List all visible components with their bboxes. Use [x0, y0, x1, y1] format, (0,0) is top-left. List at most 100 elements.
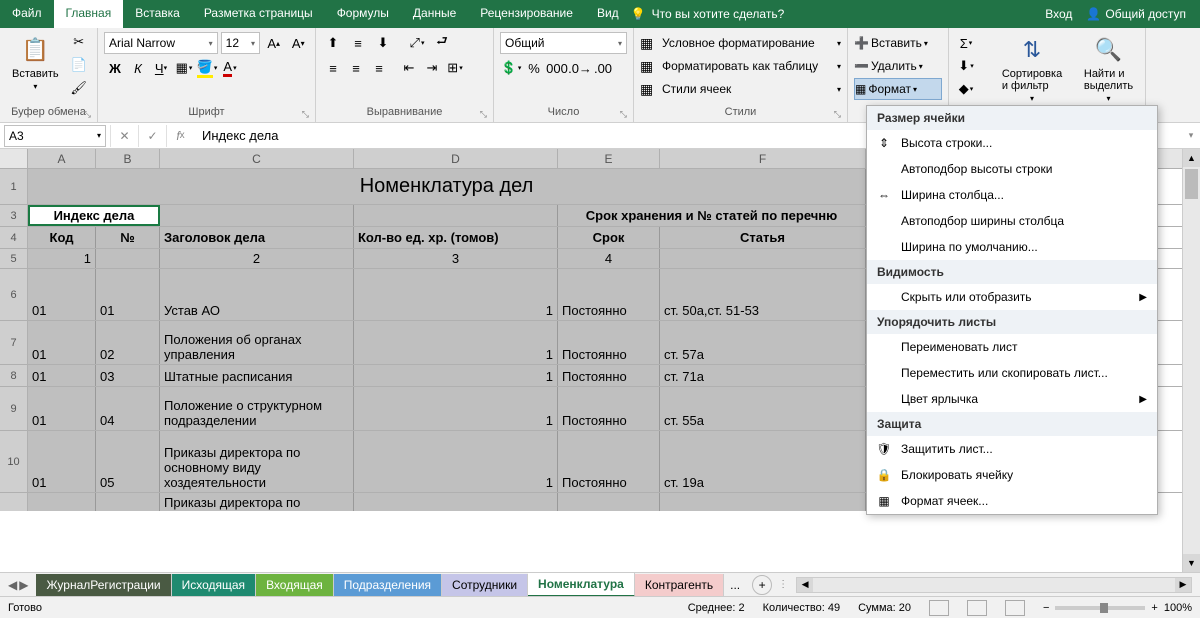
find-select-button[interactable]: 🔍Найти и выделить▾ [1078, 32, 1139, 105]
align-bottom-button[interactable]: ⬇ [372, 32, 394, 54]
align-center-button[interactable]: ≡ [345, 57, 367, 79]
cell[interactable]: Статья [660, 227, 866, 248]
format-cells-button[interactable]: ▦Формат▾ [854, 78, 942, 100]
hscroll-left[interactable]: ◀ [797, 578, 813, 592]
orientation-button[interactable]: ⤢ [406, 32, 428, 54]
cell[interactable]: Постоянно [558, 269, 660, 320]
vertical-scrollbar[interactable]: ▲ ▼ [1182, 149, 1200, 572]
cell[interactable]: 04 [96, 387, 160, 430]
cell[interactable]: 01 [28, 387, 96, 430]
tab-review[interactable]: Рецензирование [468, 0, 585, 28]
select-all-corner[interactable] [0, 149, 28, 168]
col-header-d[interactable]: D [354, 149, 558, 168]
sheet-tab-employees[interactable]: Сотрудники [442, 574, 528, 596]
percent-button[interactable]: % [523, 57, 545, 79]
cell[interactable] [558, 493, 660, 511]
font-color-button[interactable]: A [219, 57, 241, 79]
indent-increase-button[interactable]: ⇥ [421, 57, 443, 79]
cell[interactable]: 02 [96, 321, 160, 364]
view-page-layout-button[interactable] [967, 600, 987, 616]
cell[interactable]: № [96, 227, 160, 248]
fill-color-button[interactable]: 🪣 [196, 57, 218, 79]
zoom-in-button[interactable]: + [1151, 602, 1157, 614]
zoom-slider[interactable] [1055, 606, 1145, 610]
cell[interactable]: ст. 57а [660, 321, 866, 364]
align-left-button[interactable]: ≡ [322, 57, 344, 79]
cell[interactable]: Постоянно [558, 365, 660, 386]
horizontal-scrollbar[interactable]: ◀ ▶ [796, 577, 1192, 593]
cell[interactable]: 01 [28, 321, 96, 364]
cell[interactable]: 1 [354, 365, 558, 386]
cell[interactable]: Срок хранения и № статей по перечню [558, 205, 866, 226]
wrap-text-button[interactable]: ⮐ [431, 32, 453, 54]
dd-default-width[interactable]: Ширина по умолчанию... [867, 234, 1157, 260]
cut-button[interactable]: ✂ [68, 32, 90, 52]
tab-data[interactable]: Данные [401, 0, 468, 28]
cell[interactable]: ст. 55а [660, 387, 866, 430]
view-page-break-button[interactable] [1005, 600, 1025, 616]
expand-formula-bar[interactable]: ▾ [1182, 130, 1200, 141]
cell[interactable]: 1 [28, 249, 96, 268]
cell[interactable]: Приказы директора по [160, 493, 354, 511]
scroll-down-button[interactable]: ▼ [1183, 554, 1200, 572]
currency-button[interactable]: 💲 [500, 57, 522, 79]
cell[interactable]: Положения об органах управления [160, 321, 354, 364]
insert-cells-button[interactable]: ➕Вставить▾ [854, 32, 942, 54]
col-header-a[interactable]: A [28, 149, 96, 168]
title-cell[interactable]: Номенклатура дел [28, 169, 866, 204]
fill-button[interactable]: ⬇ [955, 55, 977, 77]
cell[interactable]: 1 [354, 431, 558, 492]
cell[interactable]: 01 [28, 365, 96, 386]
add-sheet-button[interactable]: + [752, 575, 772, 595]
cell[interactable]: Постоянно [558, 431, 660, 492]
col-header-f[interactable]: F [660, 149, 866, 168]
cell[interactable] [96, 493, 160, 511]
zoom-level[interactable]: 100% [1164, 602, 1192, 614]
decrease-decimal-button[interactable]: .00 [592, 57, 614, 79]
cell[interactable]: 1 [354, 387, 558, 430]
tab-home[interactable]: Главная [54, 0, 124, 28]
cell[interactable]: 3 [354, 249, 558, 268]
dd-protect-sheet[interactable]: 🛡Защитить лист... [867, 436, 1157, 462]
tab-view[interactable]: Вид [585, 0, 631, 28]
cell[interactable]: 03 [96, 365, 160, 386]
cell[interactable]: Код [28, 227, 96, 248]
view-normal-button[interactable] [929, 600, 949, 616]
bold-button[interactable]: Ж [104, 57, 126, 79]
align-top-button[interactable]: ⬆ [322, 32, 344, 54]
share-button[interactable]: 👤Общий доступ [1086, 7, 1186, 21]
tab-file[interactable]: Файл [0, 0, 54, 28]
font-size-combo[interactable]: 12▾ [221, 32, 260, 54]
cell[interactable]: ст. 50а,ст. 51-53 [660, 269, 866, 320]
row-header[interactable]: 9 [0, 387, 28, 430]
cell[interactable]: Штатные расписания [160, 365, 354, 386]
number-format-combo[interactable]: Общий▾ [500, 32, 627, 54]
cell[interactable]: 1 [354, 321, 558, 364]
conditional-formatting-button[interactable]: ▦Условное форматирование▾ [640, 32, 841, 54]
dd-format-cells[interactable]: ▦Формат ячеек... [867, 488, 1157, 514]
scroll-up-button[interactable]: ▲ [1183, 149, 1200, 167]
cell[interactable]: ст. 71а [660, 365, 866, 386]
cell[interactable]: Постоянно [558, 387, 660, 430]
tab-formulas[interactable]: Формулы [325, 0, 401, 28]
dd-hide-show[interactable]: Скрыть или отобразить▶ [867, 284, 1157, 310]
cell[interactable]: Срок [558, 227, 660, 248]
cell[interactable]: 2 [160, 249, 354, 268]
cell-a3[interactable]: Индекс дела [28, 205, 160, 226]
cell[interactable]: 01 [28, 431, 96, 492]
sheet-tab-outgoing[interactable]: Исходящая [172, 574, 256, 596]
cell[interactable]: Устав АО [160, 269, 354, 320]
sheet-more[interactable]: ... [724, 578, 746, 592]
cell-styles-button[interactable]: ▦Стили ячеек▾ [640, 78, 841, 100]
clear-button[interactable]: ◆ [955, 78, 977, 100]
cell[interactable]: 01 [28, 269, 96, 320]
copy-button[interactable]: 📄 [68, 55, 90, 75]
cell[interactable]: Заголовок дела [160, 227, 354, 248]
sort-filter-button[interactable]: ⇅Сортировка и фильтр▾ [998, 32, 1066, 105]
grow-font-button[interactable]: A▴ [263, 32, 285, 54]
cell[interactable]: 1 [354, 269, 558, 320]
dd-col-width[interactable]: ⇔Ширина столбца... [867, 182, 1157, 208]
dd-row-height[interactable]: ⇕Высота строки... [867, 130, 1157, 156]
sheet-nav-prev[interactable]: ◀ [8, 578, 17, 592]
sheet-tab-departments[interactable]: Подразделения [334, 574, 442, 596]
